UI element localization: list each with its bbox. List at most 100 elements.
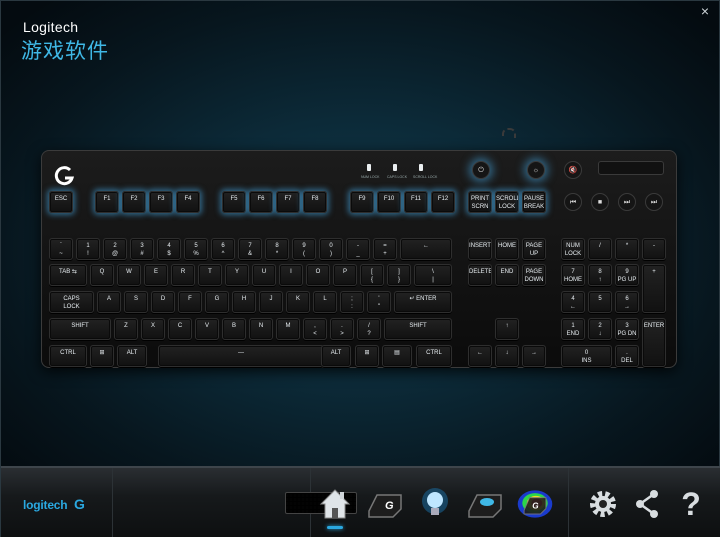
key-enter[interactable]: ↵ ENTER — [394, 291, 452, 313]
key-row4-2[interactable]: X — [141, 318, 165, 340]
volume-roller[interactable] — [598, 161, 664, 175]
key-row4-4[interactable]: V — [195, 318, 219, 340]
key-nav-bottom-2[interactable]: PAGE DOWN — [522, 264, 546, 286]
key-f4[interactable]: F4 — [176, 191, 200, 213]
key-arrow-right[interactable]: → — [522, 345, 546, 367]
key-f2[interactable]: F2 — [122, 191, 146, 213]
key-row2-13[interactable]: \ | — [414, 264, 452, 286]
key-row2-6[interactable]: Y — [225, 264, 249, 286]
key-row3-4[interactable]: F — [178, 291, 202, 313]
key-row5-6[interactable]: ▤ — [382, 345, 412, 367]
key-row3-6[interactable]: H — [232, 291, 256, 313]
next-track-button[interactable]: ⏭ — [645, 193, 663, 211]
key-numpad-r4-1[interactable]: 2 ↓ — [588, 318, 612, 340]
key-row4-5[interactable]: B — [222, 318, 246, 340]
key-row3-10[interactable]: ; : — [340, 291, 364, 313]
key-f8[interactable]: F8 — [303, 191, 327, 213]
key-row4-1[interactable]: Z — [114, 318, 138, 340]
backlight-button[interactable]: ☼ — [527, 161, 545, 179]
key-f11[interactable]: F11 — [404, 191, 428, 213]
key-row3-9[interactable]: L — [313, 291, 337, 313]
key-row4-6[interactable]: N — [249, 318, 273, 340]
key-row1-10[interactable]: 0 ) — [319, 238, 343, 260]
key-row1-0[interactable]: ` ~ — [49, 238, 73, 260]
mute-button[interactable]: 🔇 — [564, 161, 582, 179]
key-numpad-r3-1[interactable]: 5 — [588, 291, 612, 313]
key-row4-10[interactable]: / ? — [357, 318, 381, 340]
key-row5-7[interactable]: CTRL — [416, 345, 452, 367]
key-row5-1[interactable]: ⊞ — [90, 345, 114, 367]
key-sys-1[interactable]: SCROLL LOCK — [495, 191, 519, 213]
key-f1[interactable]: F1 — [95, 191, 119, 213]
key-row3-2[interactable]: S — [124, 291, 148, 313]
key-nav-bottom-0[interactable]: DELETE — [468, 264, 492, 286]
key-row4-8[interactable]: , < — [303, 318, 327, 340]
key-row1-11[interactable]: - _ — [346, 238, 370, 260]
key-arrow-up[interactable]: ↑ — [495, 318, 519, 340]
key-row1-8[interactable]: 8 * — [265, 238, 289, 260]
key-row1-12[interactable]: = + — [373, 238, 397, 260]
key-numpad-r1-0[interactable]: NUM LOCK — [561, 238, 585, 260]
key-arrow-down[interactable]: ↓ — [495, 345, 519, 367]
key-numpad-r1-1[interactable]: / — [588, 238, 612, 260]
key-numpad-0[interactable]: 0 INS — [561, 345, 612, 367]
key-row5-2[interactable]: ALT — [117, 345, 147, 367]
customize-g-keys-button[interactable]: G — [365, 484, 405, 524]
key-numpad-r4-2[interactable]: 3 PG DN — [615, 318, 639, 340]
key-row3-3[interactable]: D — [151, 291, 175, 313]
key-nav-top-2[interactable]: PAGE UP — [522, 238, 546, 260]
key-numpad-r2-1[interactable]: 8 ↑ — [588, 264, 612, 286]
key-numpad-r3-0[interactable]: 4 ← — [561, 291, 585, 313]
key-f9[interactable]: F9 — [350, 191, 374, 213]
key-left-shift[interactable]: SHIFT — [49, 318, 111, 340]
key-numpad-r4-0[interactable]: 1 END — [561, 318, 585, 340]
key-f10[interactable]: F10 — [377, 191, 401, 213]
key-row1-9[interactable]: 9 ( — [292, 238, 316, 260]
key-caps-lock[interactable]: CAPS LOCK — [49, 291, 94, 313]
key-f12[interactable]: F12 — [431, 191, 455, 213]
key-numpad-enter[interactable]: ENTER — [642, 318, 666, 367]
key-numpad-r1-3[interactable]: - — [642, 238, 666, 260]
previous-track-button[interactable]: ⏮ — [564, 193, 582, 211]
key-sys-0[interactable]: PRINT SCRN SYSRQ — [468, 191, 492, 213]
key-numpad-plus[interactable]: + — [642, 264, 666, 313]
key-numpad-r2-0[interactable]: 7 HOME — [561, 264, 585, 286]
key-right-shift[interactable]: SHIFT — [384, 318, 452, 340]
key-row2-9[interactable]: O — [306, 264, 330, 286]
key-numpad-dot[interactable]: . DEL — [615, 345, 639, 367]
key-row1-4[interactable]: 4 $ — [157, 238, 181, 260]
key-row1-2[interactable]: 2 @ — [103, 238, 127, 260]
play-pause-button[interactable]: ⏭ — [618, 193, 636, 211]
key-row5-4[interactable]: ALT — [321, 345, 351, 367]
key-row2-4[interactable]: R — [171, 264, 195, 286]
key-row3-7[interactable]: J — [259, 291, 283, 313]
key-row4-9[interactable]: . > — [330, 318, 354, 340]
key-nav-top-1[interactable]: HOME — [495, 238, 519, 260]
key-f6[interactable]: F6 — [249, 191, 273, 213]
key-row3-5[interactable]: G — [205, 291, 229, 313]
settings-button[interactable] — [583, 484, 623, 524]
game-mode-button[interactable]: ⏻ — [472, 161, 490, 179]
key-numpad-r2-2[interactable]: 9 PG UP — [615, 264, 639, 286]
key-row5-0[interactable]: CTRL — [49, 345, 87, 367]
key-numpad-r1-2[interactable]: * — [615, 238, 639, 260]
key-f7[interactable]: F7 — [276, 191, 300, 213]
key-row2-12[interactable]: ] } — [387, 264, 411, 286]
game-mode-button[interactable] — [465, 484, 505, 524]
key-esc[interactable]: ESC — [49, 191, 73, 213]
key-row2-3[interactable]: E — [144, 264, 168, 286]
key-row2-8[interactable]: I — [279, 264, 303, 286]
key-sys-2[interactable]: PAUSE BREAK — [522, 191, 546, 213]
key-row1-7[interactable]: 7 & — [238, 238, 262, 260]
key-arrow-left[interactable]: ← — [468, 345, 492, 367]
key-numpad-r3-2[interactable]: 6 → — [615, 291, 639, 313]
key-backspace[interactable]: ← — [400, 238, 452, 260]
lighting-button[interactable] — [415, 484, 455, 524]
key-row5-5[interactable]: ⊞ — [355, 345, 379, 367]
key-row3-11[interactable]: ' " — [367, 291, 391, 313]
key-row4-7[interactable]: M — [276, 318, 300, 340]
key-row3-8[interactable]: K — [286, 291, 310, 313]
key-nav-bottom-1[interactable]: END — [495, 264, 519, 286]
key-nav-top-0[interactable]: INSERT — [468, 238, 492, 260]
key-tab[interactable]: TAB ⇆ — [49, 264, 87, 286]
